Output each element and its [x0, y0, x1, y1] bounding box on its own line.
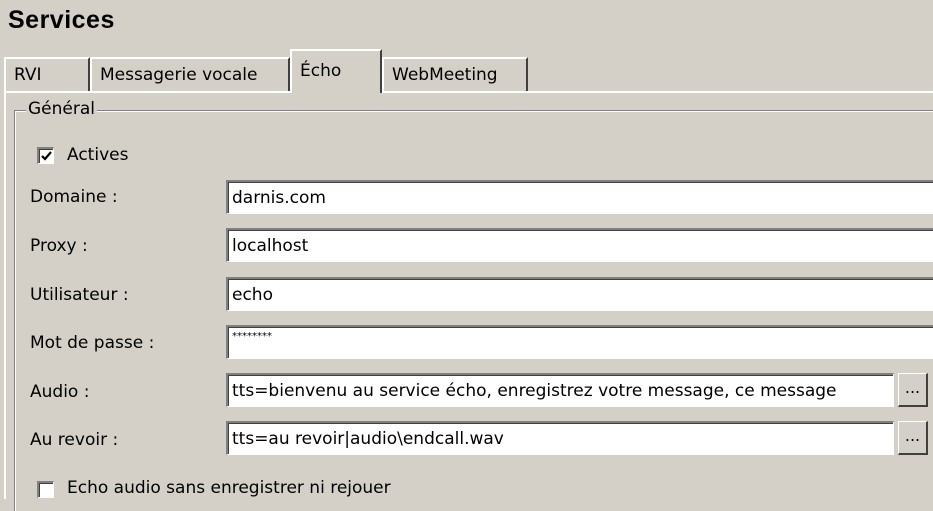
tab-rvi[interactable]: RVI: [4, 57, 90, 91]
utilisateur-label: Utilisateur :: [30, 285, 129, 305]
tab-messagerie-vocale[interactable]: Messagerie vocale: [90, 57, 290, 91]
actives-checkbox[interactable]: [37, 147, 54, 164]
password-input[interactable]: ********: [226, 325, 933, 359]
tab-webmeeting-label: WebMeeting: [392, 65, 498, 85]
proxy-label: Proxy :: [30, 236, 88, 256]
tab-echo-label: Écho: [300, 61, 342, 81]
tab-rvi-label: RVI: [14, 65, 42, 85]
proxy-input[interactable]: localhost: [226, 228, 933, 262]
page-title: Services: [8, 6, 115, 34]
au-revoir-input[interactable]: tts=au revoir|audio\endcall.wav: [226, 421, 894, 455]
audio-browse-button[interactable]: ...: [898, 373, 928, 407]
checkmark-icon: [41, 151, 52, 161]
utilisateur-input[interactable]: echo: [226, 277, 933, 311]
domaine-label: Domaine :: [30, 187, 118, 207]
tab-webmeeting[interactable]: WebMeeting: [382, 57, 528, 91]
au-revoir-label: Au revoir :: [30, 430, 119, 450]
tab-divider: [4, 91, 933, 93]
mot-de-passe-label: Mot de passe :: [30, 333, 155, 353]
tab-messagerie-vocale-label: Messagerie vocale: [100, 65, 258, 85]
echo-option-label: Echo audio sans enregistrer ni rejouer: [67, 478, 391, 498]
audio-input[interactable]: tts=bienvenu au service écho, enregistre…: [226, 373, 894, 407]
audio-label: Audio :: [30, 382, 90, 402]
tab-strip: RVI Messagerie vocale Écho WebMeeting: [4, 49, 933, 93]
au-revoir-browse-button[interactable]: ...: [898, 421, 928, 455]
echo-option-checkbox[interactable]: [37, 481, 54, 498]
domaine-input[interactable]: darnis.com: [226, 180, 933, 214]
tab-echo[interactable]: Écho: [290, 49, 382, 93]
general-group-label: Général: [26, 99, 97, 119]
actives-label: Actives: [67, 145, 129, 165]
